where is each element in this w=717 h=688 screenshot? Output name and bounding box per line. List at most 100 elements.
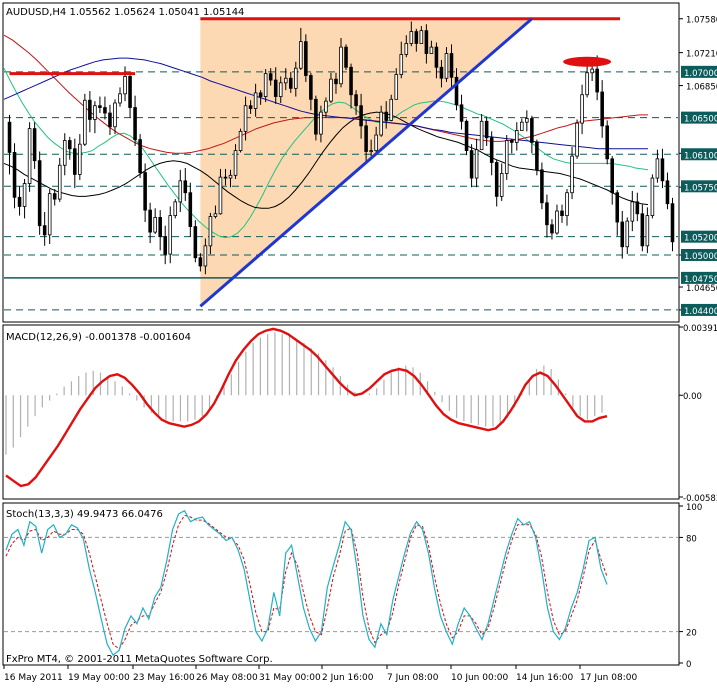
candle-body bbox=[489, 137, 494, 163]
candle[interactable] bbox=[304, 34, 308, 82]
time-tick-label: 7 Jun 08:00 bbox=[387, 673, 439, 683]
copyright-text: FxPro MT4, © 2001-2011 MetaQuotes Softwa… bbox=[6, 654, 273, 665]
candle[interactable] bbox=[504, 135, 509, 180]
candle-body bbox=[233, 150, 238, 176]
candle[interactable] bbox=[464, 119, 469, 156]
candle[interactable] bbox=[37, 151, 42, 235]
candle-body bbox=[449, 53, 454, 78]
stoch-axis-tick-label: 0 bbox=[686, 660, 691, 670]
highlight-ellipse[interactable] bbox=[563, 56, 612, 67]
candle-body bbox=[565, 192, 569, 217]
candle-body bbox=[258, 92, 263, 97]
time-tick-label: 2 Jun 16:00 bbox=[322, 673, 374, 683]
macd-axis-tick-label: 0.00 bbox=[683, 392, 702, 402]
candle-body bbox=[228, 174, 233, 179]
candle-body bbox=[283, 77, 288, 84]
candle-body bbox=[188, 192, 193, 227]
candle[interactable] bbox=[540, 162, 544, 210]
candle-body bbox=[193, 226, 198, 259]
candle-body bbox=[319, 111, 323, 135]
candle-body bbox=[128, 76, 132, 108]
price-level-tag-label: 1.04750 bbox=[684, 275, 717, 285]
candle-body bbox=[309, 75, 313, 100]
candle-body bbox=[494, 162, 499, 197]
time-tick-label: 31 May 00:00 bbox=[259, 673, 321, 683]
candle-body bbox=[540, 169, 544, 204]
price-level-tag-label: 1.06100 bbox=[684, 151, 717, 161]
candle-body bbox=[434, 46, 439, 68]
candle-body bbox=[409, 31, 414, 44]
candle-body bbox=[444, 53, 449, 79]
candle[interactable] bbox=[238, 128, 243, 153]
candle-body bbox=[670, 203, 675, 243]
price-tick-label: 1.06850 bbox=[686, 83, 717, 93]
candle-body bbox=[324, 100, 328, 113]
candle-body bbox=[645, 215, 650, 247]
candle-body bbox=[88, 99, 92, 120]
candle-body bbox=[600, 91, 604, 127]
price-tick-label: 1.07210 bbox=[686, 50, 717, 60]
candle-body bbox=[394, 74, 399, 100]
candle-body bbox=[78, 143, 82, 175]
candle[interactable] bbox=[535, 139, 539, 176]
candle-body bbox=[27, 128, 32, 184]
candle-body bbox=[178, 180, 183, 203]
candle-body bbox=[148, 209, 152, 233]
stoch-axis-tick-label: 20 bbox=[686, 629, 697, 639]
candle-body bbox=[52, 193, 57, 200]
candle-body bbox=[349, 66, 353, 96]
candle-body bbox=[143, 172, 147, 211]
time-tick-label: 23 May 16:00 bbox=[133, 673, 195, 683]
candle[interactable] bbox=[314, 95, 318, 141]
candle-body bbox=[263, 73, 268, 97]
candle[interactable] bbox=[605, 120, 609, 165]
candle[interactable] bbox=[575, 119, 579, 159]
candle-body bbox=[620, 221, 625, 248]
stoch-axis-tick-label: 80 bbox=[686, 534, 697, 544]
price-level-tag-label: 1.07000 bbox=[684, 69, 717, 79]
price-level-tag-label: 1.05200 bbox=[684, 234, 717, 244]
candle[interactable] bbox=[193, 220, 198, 263]
candle-body bbox=[499, 173, 504, 197]
candle-body bbox=[243, 105, 248, 132]
candle-body bbox=[103, 107, 107, 114]
candle[interactable] bbox=[83, 93, 87, 147]
candle-body bbox=[163, 236, 167, 255]
candle-body bbox=[98, 105, 102, 108]
candle-body bbox=[17, 196, 22, 207]
candle-body bbox=[610, 158, 614, 194]
time-tick-label: 16 May 2011 bbox=[4, 673, 63, 683]
candle-body bbox=[665, 180, 670, 205]
stoch-panel-header: Stoch(13,3,3) 49.9473 66.0476 bbox=[6, 509, 163, 520]
candle-body bbox=[37, 160, 42, 227]
candle-body bbox=[7, 121, 12, 153]
chart-svg: 1.075801.072101.068501.061101.057411.050… bbox=[0, 0, 717, 684]
candle-body bbox=[625, 220, 630, 248]
candle-body bbox=[213, 213, 218, 217]
candle-body bbox=[57, 164, 62, 200]
candle-body bbox=[374, 134, 378, 151]
candle[interactable] bbox=[173, 199, 178, 219]
candle[interactable] bbox=[138, 134, 142, 179]
candle-body bbox=[389, 98, 394, 121]
candle-body bbox=[198, 257, 203, 267]
candle[interactable] bbox=[27, 122, 32, 192]
candle[interactable] bbox=[344, 44, 348, 71]
time-tick-label: 17 Jun 08:00 bbox=[580, 673, 637, 683]
candle-body bbox=[484, 120, 489, 139]
candle-body bbox=[605, 125, 609, 160]
candle-body bbox=[615, 192, 620, 223]
candle-body bbox=[68, 140, 72, 150]
candle[interactable] bbox=[650, 174, 655, 219]
candle-body bbox=[369, 150, 373, 152]
candle-body bbox=[268, 73, 273, 81]
candle-body bbox=[248, 105, 253, 109]
candle-body bbox=[62, 140, 67, 166]
candle-body bbox=[545, 202, 549, 226]
price-tick-label: 1.07580 bbox=[686, 16, 717, 26]
candle-body bbox=[329, 78, 333, 102]
candle-body bbox=[32, 128, 37, 162]
candle-body bbox=[384, 111, 388, 121]
candle-body bbox=[479, 120, 484, 151]
candle-body bbox=[42, 225, 47, 236]
